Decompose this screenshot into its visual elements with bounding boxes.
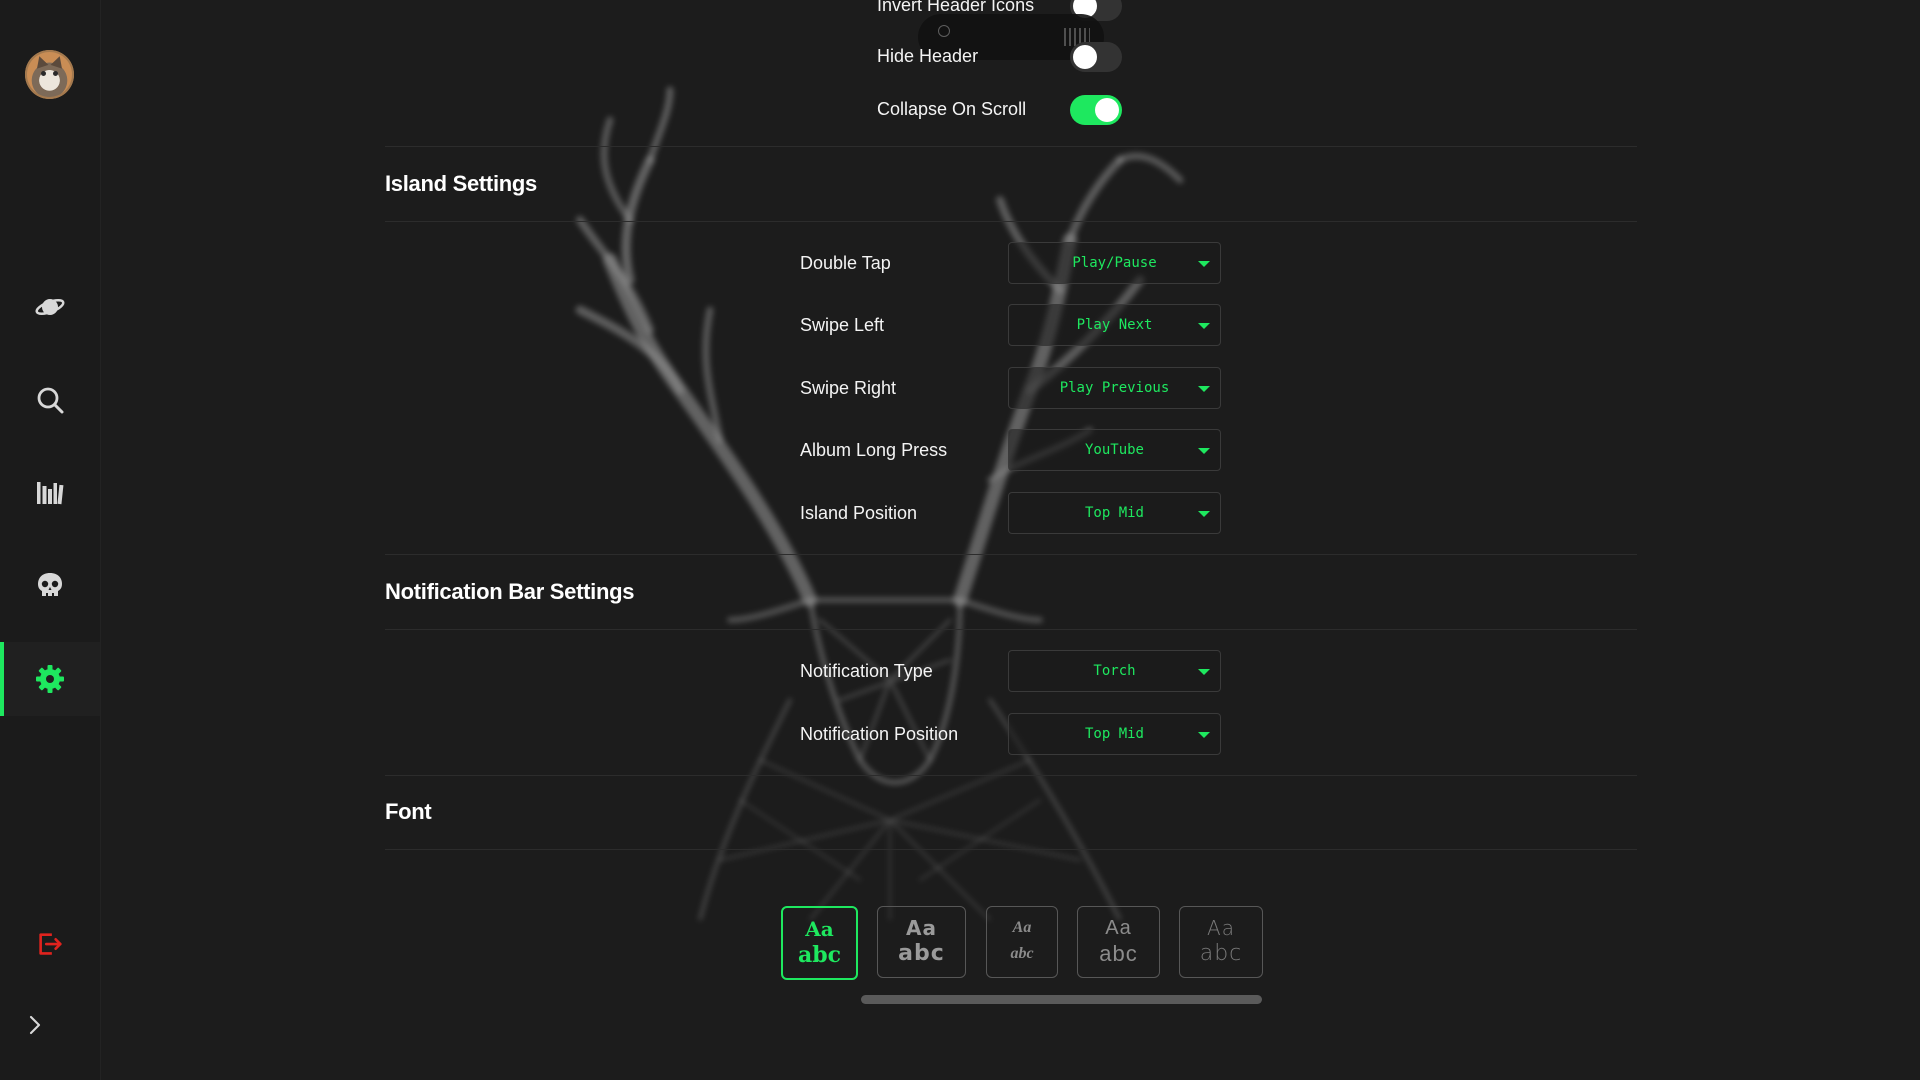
- font-option-5[interactable]: Aa abc: [1179, 906, 1263, 978]
- sidebar-item-skull[interactable]: [0, 549, 100, 623]
- setting-row-notification-type: Notification Type Torch: [800, 650, 1321, 692]
- dropdown-value: YouTube: [1084, 442, 1144, 458]
- sidebar-item-explore[interactable]: [0, 270, 100, 344]
- search-icon: [37, 387, 64, 414]
- hide-header-toggle[interactable]: [1070, 42, 1122, 72]
- divider: [385, 775, 1637, 776]
- setting-row-album-long-press: Album Long Press YouTube: [800, 429, 1321, 471]
- caret-down-icon: [1198, 323, 1210, 329]
- planet-icon: [35, 299, 65, 315]
- divider: [385, 146, 1637, 147]
- caret-down-icon: [1198, 261, 1210, 267]
- divider: [385, 849, 1637, 850]
- sidebar-item-library[interactable]: [0, 456, 100, 530]
- dropdown-value: Play Previous: [1059, 380, 1170, 396]
- font-option-4[interactable]: Aa abc: [1077, 906, 1160, 978]
- divider: [385, 629, 1637, 630]
- font-picker-scrollbar[interactable]: [861, 995, 1262, 1004]
- setting-row-island-position: Island Position Top Mid: [800, 492, 1321, 534]
- dropdown-value: Top Mid: [1084, 505, 1144, 521]
- divider: [385, 221, 1637, 222]
- setting-label: Double Tap: [800, 253, 891, 273]
- notification-position-dropdown[interactable]: Top Mid: [1008, 713, 1221, 755]
- sidebar-item-search[interactable]: [0, 363, 100, 437]
- swipe-right-dropdown[interactable]: Play Previous: [1008, 367, 1221, 409]
- gear-icon: [36, 665, 64, 693]
- caret-down-icon: [1198, 448, 1210, 454]
- caret-down-icon: [1198, 732, 1210, 738]
- setting-label: Island Position: [800, 503, 918, 523]
- setting-label: Swipe Right: [800, 378, 897, 398]
- skull-icon: [38, 573, 62, 596]
- expand-sidebar-button[interactable]: [22, 1010, 48, 1040]
- swipe-left-dropdown[interactable]: Play Next: [1008, 304, 1221, 346]
- section-title-island-settings: Island Settings: [385, 171, 537, 196]
- sidebar: [0, 0, 101, 1080]
- font-sample-aa: Aa: [1207, 916, 1235, 940]
- font-sample-abc: abc: [797, 942, 842, 968]
- caret-down-icon: [1198, 386, 1210, 392]
- font-option-2[interactable]: Aa abc: [877, 906, 966, 978]
- font-picker: Aa abc Aa abc Aa abc Aa abc Aa abc: [781, 906, 1361, 980]
- caret-down-icon: [1198, 511, 1210, 517]
- font-sample-aa: Aa: [906, 916, 937, 940]
- dropdown-value: Top Mid: [1084, 726, 1144, 742]
- font-sample-abc: abc: [898, 941, 945, 966]
- section-title-notification-bar-settings: Notification Bar Settings: [385, 579, 635, 604]
- font-sample-aa: Aa: [1012, 919, 1032, 936]
- caret-down-icon: [1198, 669, 1210, 675]
- font-option-1[interactable]: Aa abc: [781, 906, 858, 980]
- font-sample-aa: Aa: [805, 917, 834, 941]
- font-sample-abc: abc: [1010, 945, 1034, 962]
- font-sample-abc: abc: [1199, 941, 1243, 966]
- setting-label: Notification Type: [800, 661, 933, 681]
- album-long-press-dropdown[interactable]: YouTube: [1008, 429, 1221, 471]
- library-icon: [37, 482, 64, 505]
- dropdown-value: Torch: [1093, 663, 1136, 679]
- toggle-label: Collapse On Scroll: [877, 99, 1027, 119]
- app-window: Invert Header Icons Hide Header Collapse…: [0, 0, 1920, 1080]
- setting-label: Notification Position: [800, 724, 959, 744]
- font-option-3[interactable]: Aa abc: [986, 906, 1058, 978]
- logout-icon: [39, 933, 62, 955]
- font-sample-abc: abc: [1099, 941, 1138, 966]
- sidebar-item-settings[interactable]: [0, 642, 100, 716]
- toggle-label: Hide Header: [877, 46, 979, 66]
- section-title-font: Font: [385, 799, 432, 824]
- avatar[interactable]: [25, 50, 74, 99]
- collapse-on-scroll-toggle[interactable]: [1070, 95, 1122, 125]
- island-position-dropdown[interactable]: Top Mid: [1008, 492, 1221, 534]
- notification-type-dropdown[interactable]: Torch: [1008, 650, 1221, 692]
- setting-row-notification-position: Notification Position Top Mid: [800, 713, 1321, 755]
- dropdown-value: Play/Pause: [1072, 255, 1157, 271]
- font-sample-aa: Aa: [1105, 917, 1132, 939]
- logout-button[interactable]: [33, 927, 67, 961]
- setting-row-double-tap: Double Tap Play/Pause: [800, 242, 1321, 284]
- divider: [385, 554, 1637, 555]
- setting-label: Album Long Press: [800, 440, 948, 460]
- chevron-right-icon: [29, 1015, 41, 1035]
- setting-label: Swipe Left: [800, 315, 885, 335]
- setting-row-swipe-right: Swipe Right Play Previous: [800, 367, 1321, 409]
- setting-row-swipe-left: Swipe Left Play Next: [800, 304, 1321, 346]
- settings-panel: Invert Header Icons Hide Header Collapse…: [100, 0, 1920, 1080]
- double-tap-dropdown[interactable]: Play/Pause: [1008, 242, 1221, 284]
- dropdown-value: Play Next: [1076, 317, 1153, 333]
